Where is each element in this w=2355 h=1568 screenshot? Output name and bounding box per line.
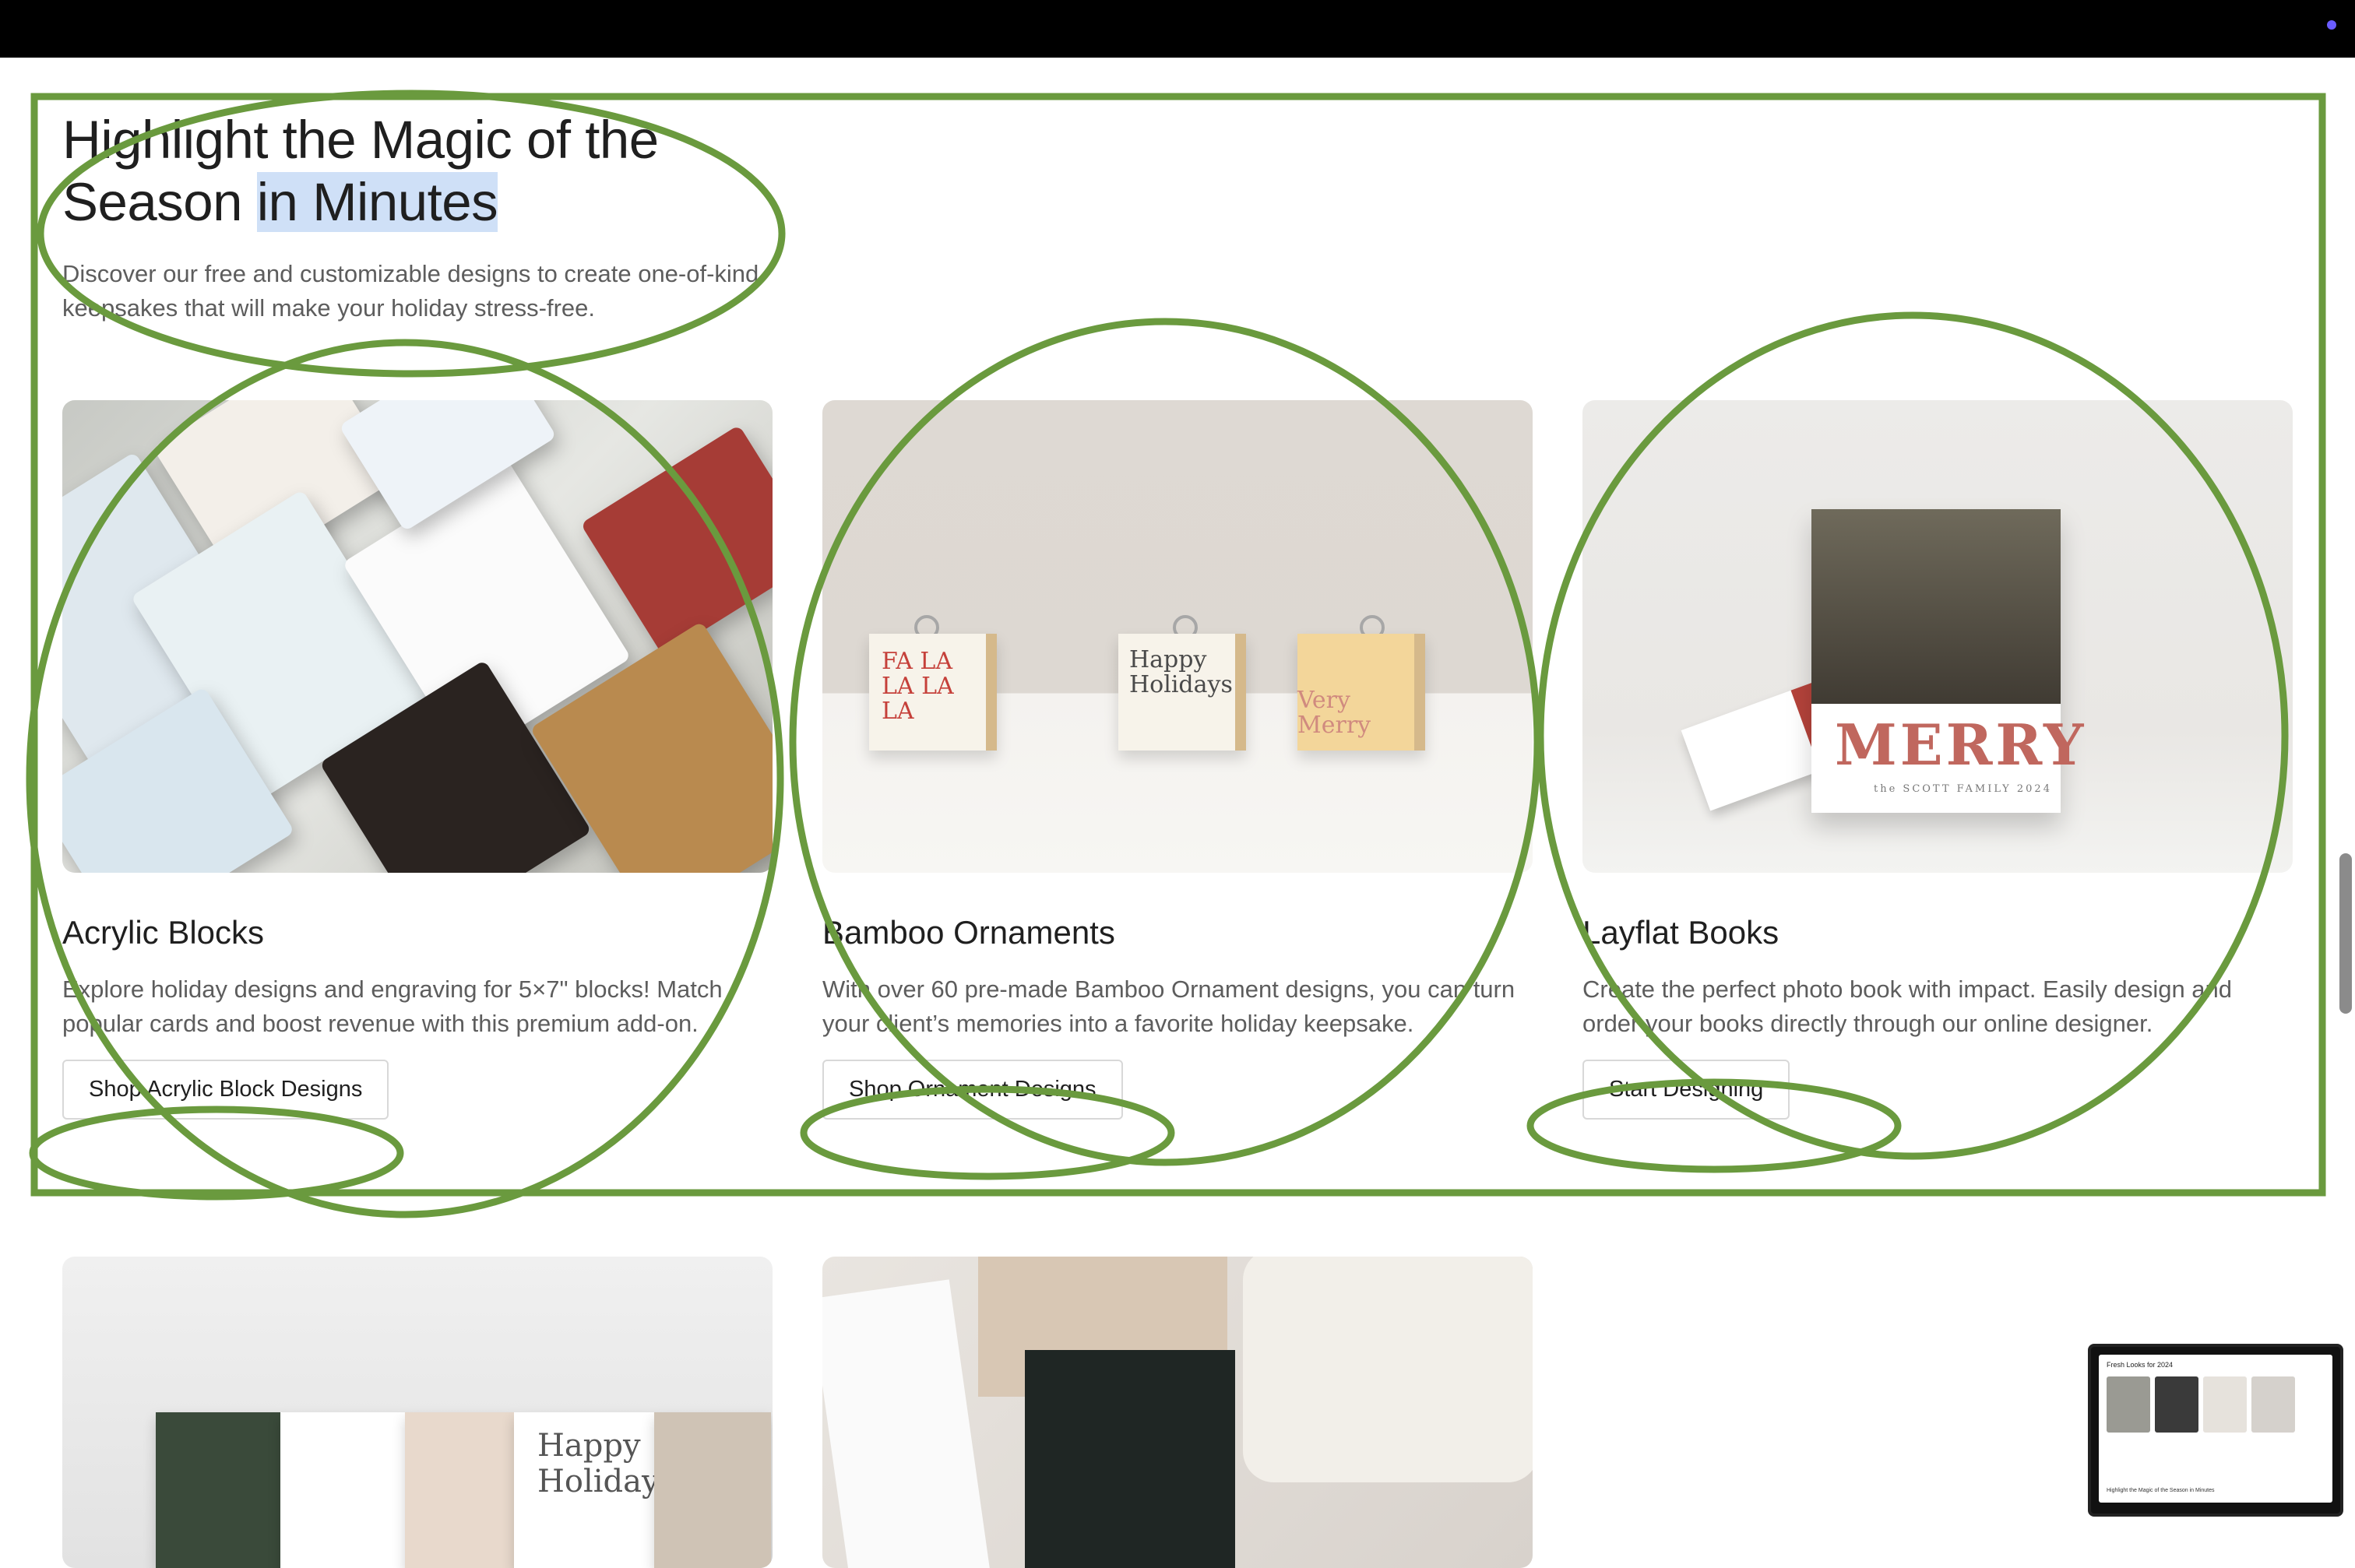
preview-title: Fresh Looks for 2024 [2107, 1361, 2174, 1369]
card-title: Bamboo Ornaments [822, 914, 1115, 951]
bamboo-ornaments-photo: FA LA LA LA LA Happy Holidays Very Merry [822, 400, 1533, 873]
shop-ornament-designs-button[interactable]: Shop Ornament Designs [822, 1060, 1123, 1120]
acrylic-blocks-photo [62, 400, 773, 873]
shop-acrylic-block-designs-button[interactable]: Shop Acrylic Block Designs [62, 1060, 389, 1120]
accordion-book-photo: Happy Holidays [62, 1257, 773, 1568]
ornament-very-merry-text: Very Merry [1297, 687, 1371, 739]
ornament-happy-holidays-text: Happy Holidays [1129, 646, 1233, 698]
preview-caption: Highlight the Magic of the Season in Min… [2107, 1488, 2215, 1493]
card-description: Create the perfect photo book with impac… [1582, 976, 2233, 1037]
book-subtitle: the SCOTT FAMILY 2024 [1874, 783, 2052, 795]
section-heading-highlight: in Minutes [256, 172, 498, 232]
book-title: MERRY [1835, 712, 2087, 778]
ornament-very-merry: Very Merry [1297, 634, 1425, 751]
holiday-products-section: Highlight the Magic of the Season in Min… [62, 109, 2294, 1120]
browser-top-bar [0, 0, 2355, 58]
start-designing-button[interactable]: Start Designing [1582, 1060, 1790, 1120]
card-layflat-books: MERRY the SCOTT FAMILY 2024 Layflat Book… [1582, 400, 2293, 1120]
ornament-falala-text: FA LA LA LA LA [882, 648, 954, 725]
status-dot-icon [2327, 20, 2336, 30]
section-heading: Highlight the Magic of the Season in Min… [62, 109, 810, 234]
ornament-falala: FA LA LA LA LA [869, 634, 997, 751]
accordion-book-text: Happy Holidays [537, 1428, 676, 1499]
page-scrollbar[interactable] [2339, 853, 2352, 1014]
layflat-books-photo: MERRY the SCOTT FAMILY 2024 [1582, 400, 2293, 873]
card-acrylic-blocks: Acrylic Blocks Explore holiday designs a… [62, 400, 773, 1120]
card-bamboo-ornaments: FA LA LA LA LA Happy Holidays Very Merry… [822, 400, 1533, 1120]
card-description: With over 60 pre-made Bamboo Ornament de… [822, 976, 1515, 1037]
preview-thumbnail-content: Fresh Looks for 2024 Highlight the Magic… [2099, 1355, 2332, 1503]
card-title: Acrylic Blocks [62, 914, 265, 951]
holiday-cards-photo [822, 1257, 1533, 1568]
ornament-happy-holidays: Happy Holidays [1118, 634, 1246, 751]
annotation-ellipse-acrylic-button [29, 1106, 404, 1201]
section-subtitle: Discover our free and customizable desig… [62, 260, 759, 322]
card-title: Layflat Books [1582, 914, 1779, 951]
preview-thumbnail-window[interactable]: Fresh Looks for 2024 Highlight the Magic… [2088, 1344, 2343, 1517]
card-description: Explore holiday designs and engraving fo… [62, 976, 723, 1037]
layflat-book: MERRY the SCOTT FAMILY 2024 [1811, 509, 2083, 813]
